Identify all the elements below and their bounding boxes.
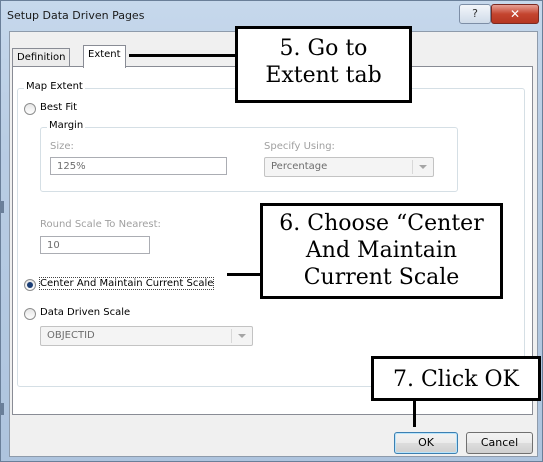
combo-separator <box>412 160 413 174</box>
round-scale-label: Round Scale To Nearest: <box>40 219 161 230</box>
chevron-down-icon <box>238 334 246 338</box>
best-fit-label[interactable]: Best Fit <box>40 102 77 113</box>
center-maintain-radio[interactable] <box>24 279 36 291</box>
center-maintain-label[interactable]: Center And Maintain Current Scale <box>38 277 215 290</box>
dialog-window: Setup Data Driven Pages ? ✕ Definition E… <box>0 0 543 462</box>
tab-extent[interactable]: Extent <box>83 45 126 68</box>
size-label: Size: <box>50 141 74 152</box>
ok-button[interactable]: OK <box>394 432 458 454</box>
map-extent-label: Map Extent <box>24 81 85 92</box>
specify-using-label: Specify Using: <box>264 141 335 152</box>
window-edge-mark <box>1 403 4 415</box>
help-icon: ? <box>472 7 478 20</box>
round-scale-input[interactable]: 10 <box>40 236 150 254</box>
size-input[interactable]: 125% <box>50 157 227 175</box>
window-edge-mark <box>1 201 4 213</box>
callout-step-6: 6. Choose “Center And Maintain Current S… <box>260 203 503 299</box>
help-button[interactable]: ? <box>459 4 491 24</box>
cancel-button[interactable]: Cancel <box>466 432 533 454</box>
callout-step-5: 5. Go to Extent tab <box>235 26 412 103</box>
callout-connector-5 <box>129 54 237 57</box>
margin-label: Margin <box>47 120 86 131</box>
data-driven-scale-value: OBJECTID <box>47 330 95 341</box>
data-driven-scale-label[interactable]: Data Driven Scale <box>40 307 130 318</box>
title-bar[interactable]: Setup Data Driven Pages ? ✕ <box>1 1 542 29</box>
callout-step-7: 7. Click OK <box>371 356 541 401</box>
data-driven-scale-radio[interactable] <box>24 308 36 320</box>
tab-definition[interactable]: Definition <box>12 48 71 67</box>
combo-separator <box>231 329 232 343</box>
chevron-down-icon <box>419 165 427 169</box>
close-button[interactable]: ✕ <box>491 4 539 24</box>
margin-group: Margin Size: 125% Specify Using: Percent… <box>40 120 458 192</box>
best-fit-radio[interactable] <box>24 103 36 115</box>
specify-using-select[interactable]: Percentage <box>264 157 434 177</box>
data-driven-scale-select[interactable]: OBJECTID <box>40 326 253 346</box>
specify-using-value: Percentage <box>271 161 328 172</box>
close-icon: ✕ <box>509 7 521 21</box>
window-title: Setup Data Driven Pages <box>7 9 145 22</box>
